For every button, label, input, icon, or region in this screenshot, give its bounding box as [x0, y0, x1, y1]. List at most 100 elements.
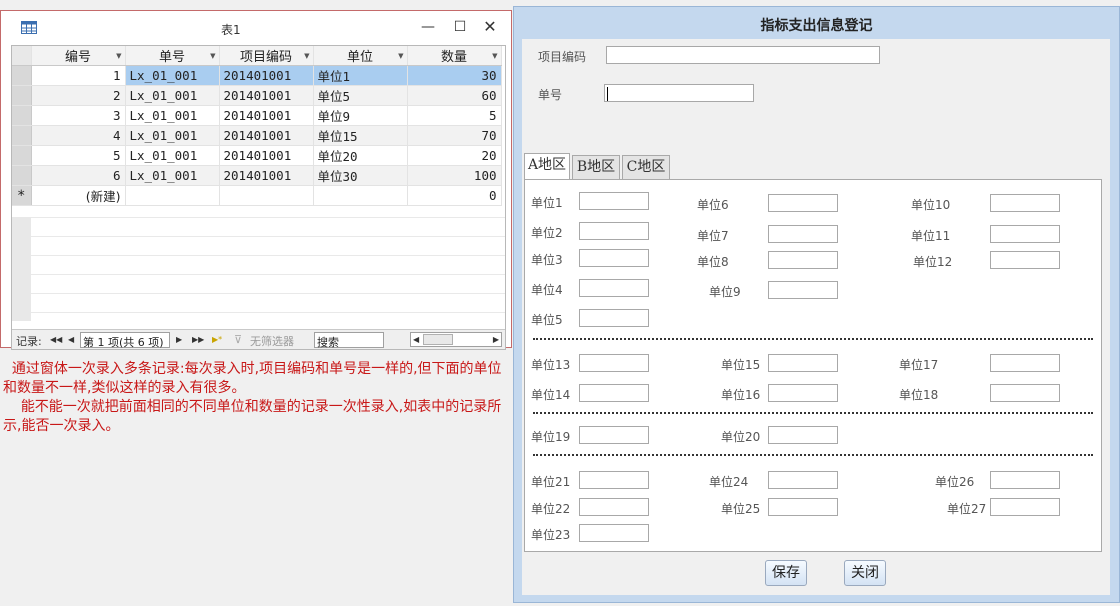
- column-header-unit[interactable]: 单位 ▼: [313, 46, 408, 66]
- unit-14-input[interactable]: [579, 384, 649, 402]
- minimize-button[interactable]: —: [417, 17, 439, 37]
- unit-17-input[interactable]: [990, 354, 1060, 372]
- select-all-corner[interactable]: [12, 46, 32, 66]
- unit-26-input[interactable]: [990, 471, 1060, 489]
- unit-22-input[interactable]: [579, 498, 649, 516]
- new-record-marker[interactable]: *: [12, 185, 32, 206]
- cell-new-project-code[interactable]: [219, 185, 314, 206]
- project-code-input[interactable]: [606, 46, 880, 64]
- cell-order-no[interactable]: Lx_01_001: [125, 85, 220, 106]
- row-selector[interactable]: [12, 65, 32, 86]
- last-record-icon[interactable]: ▶▶: [192, 335, 204, 344]
- cell-qty[interactable]: 100: [407, 165, 502, 186]
- unit-4-input[interactable]: [579, 279, 649, 297]
- cell-new-order-no[interactable]: [125, 185, 220, 206]
- new-record-icon[interactable]: ▶*: [212, 335, 222, 344]
- table-row[interactable]: 2 Lx_01_001 201401001 单位5 60: [12, 85, 502, 106]
- cell-unit[interactable]: 单位30: [313, 165, 408, 186]
- cell-new-id[interactable]: (新建): [31, 185, 126, 206]
- cell-project-code[interactable]: 201401001: [219, 125, 314, 146]
- column-header-qty[interactable]: 数量 ▼: [407, 46, 502, 66]
- next-record-icon[interactable]: ▶: [176, 335, 182, 344]
- cell-id[interactable]: 3: [31, 105, 126, 126]
- new-record-row[interactable]: * (新建) 0: [12, 185, 502, 206]
- cell-unit[interactable]: 单位20: [313, 145, 408, 166]
- cell-unit[interactable]: 单位1: [313, 65, 408, 86]
- cell-order-no[interactable]: Lx_01_001: [125, 165, 220, 186]
- unit-10-input[interactable]: [990, 194, 1060, 212]
- cell-qty[interactable]: 70: [407, 125, 502, 146]
- current-record-field[interactable]: 第 1 项(共 6 项): [80, 332, 170, 349]
- unit-24-input[interactable]: [768, 471, 838, 489]
- cell-unit[interactable]: 单位9: [313, 105, 408, 126]
- unit-15-input[interactable]: [768, 354, 838, 372]
- unit-8-input[interactable]: [768, 251, 838, 269]
- dropdown-arrow-icon[interactable]: ▼: [492, 52, 497, 60]
- dropdown-arrow-icon[interactable]: ▼: [398, 52, 403, 60]
- cell-unit[interactable]: 单位15: [313, 125, 408, 146]
- close-button[interactable]: ✕: [479, 17, 501, 37]
- tab-region-c[interactable]: C地区: [622, 155, 670, 179]
- unit-9-input[interactable]: [768, 281, 838, 299]
- no-filter-label[interactable]: 无筛选器: [250, 333, 294, 349]
- row-selector[interactable]: [12, 105, 32, 126]
- unit-23-input[interactable]: [579, 524, 649, 542]
- cell-order-no[interactable]: Lx_01_001: [125, 105, 220, 126]
- cell-order-no[interactable]: Lx_01_001: [125, 65, 220, 86]
- scroll-right-icon[interactable]: ▶: [493, 333, 499, 346]
- tab-region-b[interactable]: B地区: [572, 155, 620, 179]
- cell-qty[interactable]: 20: [407, 145, 502, 166]
- table-row[interactable]: 3 Lx_01_001 201401001 单位9 5: [12, 105, 502, 126]
- row-selector[interactable]: [12, 125, 32, 146]
- table-row[interactable]: 6 Lx_01_001 201401001 单位30 100: [12, 165, 502, 186]
- save-button[interactable]: 保存: [765, 560, 807, 586]
- cell-id[interactable]: 1: [31, 65, 126, 86]
- unit-12-input[interactable]: [990, 251, 1060, 269]
- cell-project-code[interactable]: 201401001: [219, 105, 314, 126]
- unit-16-input[interactable]: [768, 384, 838, 402]
- scroll-left-icon[interactable]: ◀: [413, 333, 419, 346]
- cell-unit[interactable]: 单位5: [313, 85, 408, 106]
- order-no-input[interactable]: [604, 84, 754, 102]
- cell-project-code[interactable]: 201401001: [219, 165, 314, 186]
- unit-5-input[interactable]: [579, 309, 649, 327]
- row-selector[interactable]: [12, 165, 32, 186]
- row-selector[interactable]: [12, 85, 32, 106]
- dropdown-arrow-icon[interactable]: ▼: [116, 52, 121, 60]
- row-selector[interactable]: [12, 145, 32, 166]
- unit-7-input[interactable]: [768, 225, 838, 243]
- tab-region-a[interactable]: A地区: [524, 153, 570, 179]
- scroll-thumb[interactable]: [423, 334, 453, 345]
- column-header-project-code[interactable]: 项目编码 ▼: [219, 46, 314, 66]
- unit-13-input[interactable]: [579, 354, 649, 372]
- cell-order-no[interactable]: Lx_01_001: [125, 145, 220, 166]
- table-row[interactable]: 1 Lx_01_001 201401001 单位1 30: [12, 65, 502, 86]
- cell-new-qty[interactable]: 0: [407, 185, 502, 206]
- maximize-button[interactable]: ☐: [449, 17, 471, 37]
- cell-id[interactable]: 2: [31, 85, 126, 106]
- dropdown-arrow-icon[interactable]: ▼: [210, 52, 215, 60]
- unit-27-input[interactable]: [990, 498, 1060, 516]
- unit-2-input[interactable]: [579, 222, 649, 240]
- unit-21-input[interactable]: [579, 471, 649, 489]
- cell-project-code[interactable]: 201401001: [219, 85, 314, 106]
- cell-project-code[interactable]: 201401001: [219, 145, 314, 166]
- prev-record-icon[interactable]: ◀: [68, 335, 74, 344]
- cell-qty[interactable]: 30: [407, 65, 502, 86]
- table-row[interactable]: 4 Lx_01_001 201401001 单位15 70: [12, 125, 502, 146]
- dropdown-arrow-icon[interactable]: ▼: [304, 52, 309, 60]
- unit-1-input[interactable]: [579, 192, 649, 210]
- unit-6-input[interactable]: [768, 194, 838, 212]
- horizontal-scrollbar[interactable]: ◀ ▶: [410, 332, 502, 347]
- column-header-order-no[interactable]: 单号 ▼: [125, 46, 220, 66]
- cell-qty[interactable]: 60: [407, 85, 502, 106]
- table-row[interactable]: 5 Lx_01_001 201401001 单位20 20: [12, 145, 502, 166]
- cell-id[interactable]: 4: [31, 125, 126, 146]
- column-header-id[interactable]: 编号 ▼: [31, 46, 126, 66]
- unit-18-input[interactable]: [990, 384, 1060, 402]
- cell-qty[interactable]: 5: [407, 105, 502, 126]
- search-box[interactable]: 搜索: [314, 332, 384, 349]
- unit-11-input[interactable]: [990, 225, 1060, 243]
- cell-id[interactable]: 6: [31, 165, 126, 186]
- cell-new-unit[interactable]: [313, 185, 408, 206]
